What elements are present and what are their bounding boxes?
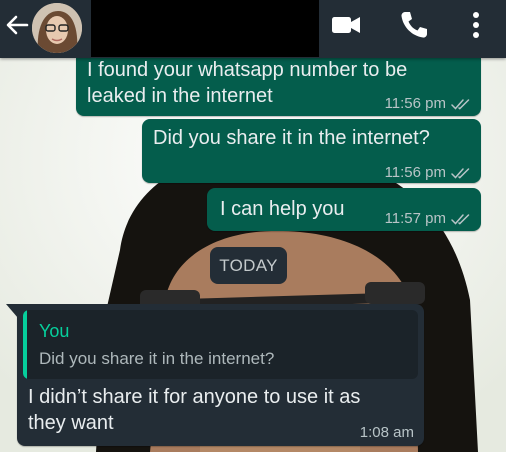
message-meta: 11:56 pm <box>385 91 471 117</box>
contact-name-redaction[interactable] <box>91 0 319 57</box>
message-time: 11:57 pm <box>384 210 446 227</box>
message-meta: 11:57 pm <box>385 206 471 232</box>
arrow-left-icon[interactable] <box>2 10 32 40</box>
message-time: 11:56 pm <box>384 95 446 112</box>
phone-icon[interactable] <box>398 9 430 41</box>
outgoing-message[interactable]: I can help you 11:57 pm <box>207 188 481 231</box>
more-vertical-icon[interactable] <box>460 9 492 41</box>
message-text: Did you share it in the internet? <box>153 127 430 149</box>
bubble-tail <box>6 304 18 318</box>
outgoing-message[interactable]: I found your whatsapp number to be leake… <box>76 58 481 116</box>
message-time: 1:08 am <box>359 424 414 441</box>
message-text: I can help you <box>220 198 345 220</box>
message-meta: 11:56 pm <box>385 160 471 186</box>
double-check-icon <box>451 214 470 225</box>
contact-avatar[interactable] <box>32 3 82 53</box>
chat-header <box>0 0 506 58</box>
incoming-reply-message[interactable]: You Did you share it in the internet? I … <box>6 304 424 446</box>
quote-accent-bar <box>23 310 27 379</box>
outgoing-message[interactable]: Did you share it in the internet? 11:56 … <box>142 119 481 183</box>
message-meta: 1:08 am <box>360 420 414 446</box>
quoted-author: You <box>39 321 70 341</box>
quoted-message[interactable]: You Did you share it in the internet? <box>23 310 418 379</box>
double-check-icon <box>451 99 470 110</box>
double-check-icon <box>451 168 470 179</box>
video-camera-icon[interactable] <box>330 9 362 41</box>
date-divider: TODAY <box>210 247 287 284</box>
message-time: 11:56 pm <box>384 164 446 181</box>
quoted-text: Did you share it in the internet? <box>39 349 275 368</box>
